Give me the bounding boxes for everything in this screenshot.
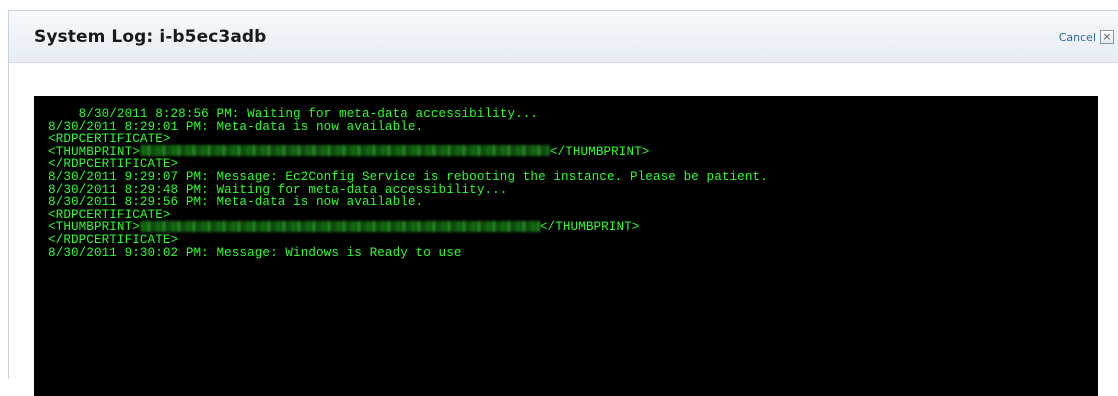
log-line: <THUMBPRINT> </THUMBPRINT>: [48, 144, 1084, 159]
log-line: <THUMBPRINT> </THUMBPRINT>: [48, 220, 1084, 235]
system-log-console[interactable]: 8/30/2011 8:28:56 PM: Waiting for meta-d…: [34, 96, 1098, 396]
close-icon[interactable]: ×: [1100, 30, 1114, 44]
dialog-header: System Log: i-b5ec3adb Cancel ×: [9, 11, 1118, 63]
thumbprint-close-tag: </THUMBPRINT>: [549, 144, 650, 159]
log-line: </RDPCERTIFICATE>: [48, 232, 179, 247]
cancel-link[interactable]: Cancel: [1059, 31, 1096, 44]
cancel-group: Cancel ×: [1059, 30, 1114, 44]
log-line: 8/30/2011 9:29:07 PM: Message: Ec2Config…: [48, 169, 768, 184]
dialog-title: System Log: i-b5ec3adb: [34, 27, 267, 47]
redacted-thumbprint: [139, 220, 540, 232]
log-line: 8/30/2011 9:30:02 PM: Message: Windows i…: [48, 245, 462, 260]
dialog-body: 8/30/2011 8:28:56 PM: Waiting for meta-d…: [9, 63, 1118, 396]
log-line: 8/30/2011 8:29:01 PM: Meta-data is now a…: [48, 119, 424, 134]
log-line: 8/30/2011 8:29:56 PM: Meta-data is now a…: [48, 195, 424, 210]
log-line: 8/30/2011 8:28:56 PM: Waiting for meta-d…: [48, 107, 539, 121]
system-log-dialog: System Log: i-b5ec3adb Cancel × 8/30/201…: [8, 10, 1118, 396]
thumbprint-close-tag: </THUMBPRINT>: [539, 220, 640, 235]
redacted-thumbprint: [139, 144, 550, 156]
